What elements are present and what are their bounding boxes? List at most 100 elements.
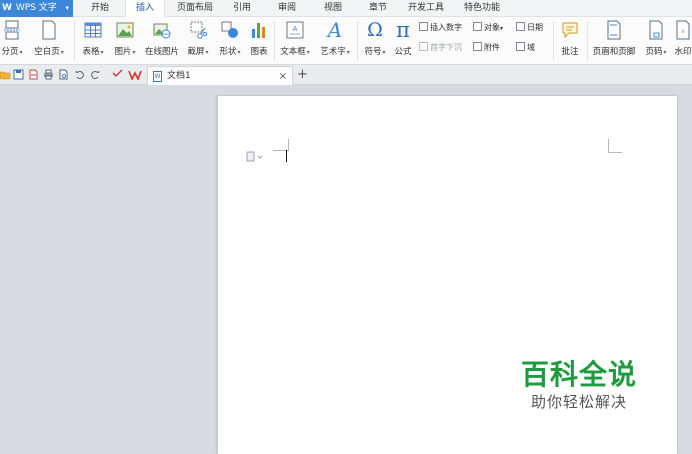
header-footer-button[interactable]: 页眉和页脚 [591, 20, 637, 57]
comment-button[interactable]: 批注 [557, 20, 583, 57]
brand-watermark: 百科全说 助你轻松解决 [490, 344, 668, 428]
symbol-button[interactable]: Ω 符号▾ [360, 20, 390, 57]
field-button[interactable]: 域 [516, 41, 535, 54]
screenshot-button[interactable]: 截屏▾ [183, 20, 213, 57]
picture-button[interactable]: 图片▾ [110, 20, 140, 57]
online-picture-label: 在线图片 [144, 47, 179, 57]
blank-page-button[interactable]: 空白页▾ [30, 20, 68, 57]
tab-insert[interactable]: 插入 [125, 0, 165, 18]
dropdown-arrow-icon: ▾ [663, 49, 667, 56]
ribbon-separator [357, 21, 358, 61]
app-name: WPS 文字 [15, 3, 57, 13]
comment-icon [562, 22, 578, 39]
drop-cap-button[interactable]: 首字下沉 [419, 41, 462, 54]
date-button[interactable]: 日期 [516, 21, 543, 34]
number-icon [419, 22, 428, 31]
pi-icon: π [396, 18, 410, 42]
page-number-label: 页码 [645, 47, 663, 57]
redo-icon[interactable] [90, 69, 101, 80]
watermark-subtitle: 助你轻松解决 [530, 393, 627, 411]
online-picture-button[interactable]: 在线图片 [143, 20, 181, 57]
table-icon [84, 22, 102, 38]
page-break-button[interactable]: 分页▾ [0, 20, 26, 57]
chart-button[interactable]: 图表 [246, 20, 272, 57]
dropdown-arrow-icon: ▾ [100, 49, 104, 56]
watermark-button[interactable]: a 水印 [674, 20, 692, 57]
dropdown-arrow-icon: ▾ [205, 49, 209, 56]
scissors-icon [190, 21, 207, 39]
save-icon[interactable] [13, 69, 24, 80]
dropdown-arrow-icon: ▾ [132, 49, 136, 56]
wordart-label: 艺术字 [320, 47, 346, 57]
dropdown-arrow-icon: ▾ [237, 49, 241, 56]
tab-page-layout[interactable]: 页面布局 [172, 0, 218, 17]
attachment-label: 附件 [484, 43, 500, 52]
watermark-title: 百科全说 [520, 358, 637, 391]
format-painter-icon[interactable] [112, 69, 123, 80]
comment-label: 批注 [561, 47, 579, 57]
attachment-button[interactable]: 附件 [473, 41, 500, 54]
attachment-icon [473, 42, 482, 51]
table-button[interactable]: 表格▾ [78, 20, 108, 57]
close-icon[interactable]: × [279, 67, 287, 86]
text-cursor [286, 150, 287, 162]
insert-number-button[interactable]: 插入数字 [419, 21, 462, 34]
page-number-button[interactable]: 页码▾ [641, 20, 671, 57]
object-button[interactable]: 对象▾ [473, 21, 503, 34]
dropdown-arrow-icon: ▾ [19, 49, 23, 56]
tab-references[interactable]: 引用 [226, 0, 258, 17]
symbol-label: 符号 [364, 47, 382, 57]
tab-document1[interactable]: W 文档1 × [147, 66, 293, 85]
tab-special-features[interactable]: 特色功能 [457, 0, 507, 17]
online-picture-icon [153, 23, 171, 39]
ribbon-insert: 分页▾ 空白页▾ 表格▾ 图片▾ 在线图片 截屏▾ 形状▾ 图表 A 文本框▾ … [0, 17, 692, 65]
chevron-down-icon: ▾ [65, 4, 69, 12]
undo-icon[interactable] [74, 69, 85, 80]
textbox-label: 文本框 [280, 47, 306, 57]
textbox-button[interactable]: A 文本框▾ [276, 20, 314, 57]
page-number-icon [649, 20, 663, 40]
formula-button[interactable]: π 公式 [391, 18, 415, 58]
tab-developer-tools[interactable]: 开发工具 [402, 0, 450, 17]
shapes-button[interactable]: 形状▾ [215, 20, 245, 57]
menu-bar: W WPS 文字 ▾ 开始 插入 页面布局 引用 审阅 视图 章节 开发工具 特… [0, 0, 692, 18]
tab-view[interactable]: 视图 [316, 0, 350, 17]
document-tab-label: 文档1 [167, 71, 191, 81]
dropdown-arrow-icon: ▾ [500, 25, 504, 32]
formula-label: 公式 [394, 47, 412, 57]
dropdown-arrow-icon: ▾ [306, 49, 310, 56]
textbox-icon: A [286, 21, 304, 39]
wordart-icon: A [327, 18, 343, 42]
document-tab-bar: W 文档1 × + [0, 65, 692, 85]
field-icon [516, 42, 525, 51]
app-menu-button[interactable]: W WPS 文字 ▾ [0, 0, 73, 17]
folder-icon[interactable] [0, 69, 11, 80]
chart-label: 图表 [250, 47, 268, 57]
dropdown-arrow-icon: ▾ [60, 49, 64, 56]
wordart-button[interactable]: A 艺术字▾ [316, 20, 354, 57]
tab-home[interactable]: 开始 [82, 0, 118, 17]
print-icon[interactable] [43, 69, 54, 80]
svg-text:A: A [293, 25, 298, 33]
tab-review[interactable]: 审阅 [270, 0, 304, 17]
shapes-label: 形状 [219, 47, 237, 57]
print-preview-icon[interactable] [58, 69, 69, 80]
wps-logo-icon: W [2, 3, 12, 13]
ribbon-separator [74, 21, 75, 61]
wps-icon[interactable] [128, 69, 142, 80]
watermark-icon: a [676, 20, 690, 40]
dropdown-arrow-icon: ▾ [382, 49, 386, 56]
paste-options-icon[interactable] [246, 151, 264, 163]
blank-page-icon [42, 20, 56, 40]
margin-marker-top-right [608, 139, 622, 153]
export-pdf-icon[interactable] [28, 69, 39, 80]
ribbon-separator [274, 21, 275, 61]
new-tab-button[interactable]: + [297, 65, 308, 85]
page-break-icon [4, 20, 20, 40]
drop-cap-icon [419, 42, 428, 51]
ribbon-separator [587, 21, 588, 61]
picture-icon [116, 22, 134, 38]
tab-chapter[interactable]: 章节 [361, 0, 395, 17]
document-icon: W [153, 71, 162, 82]
bar-chart-icon [252, 23, 265, 38]
